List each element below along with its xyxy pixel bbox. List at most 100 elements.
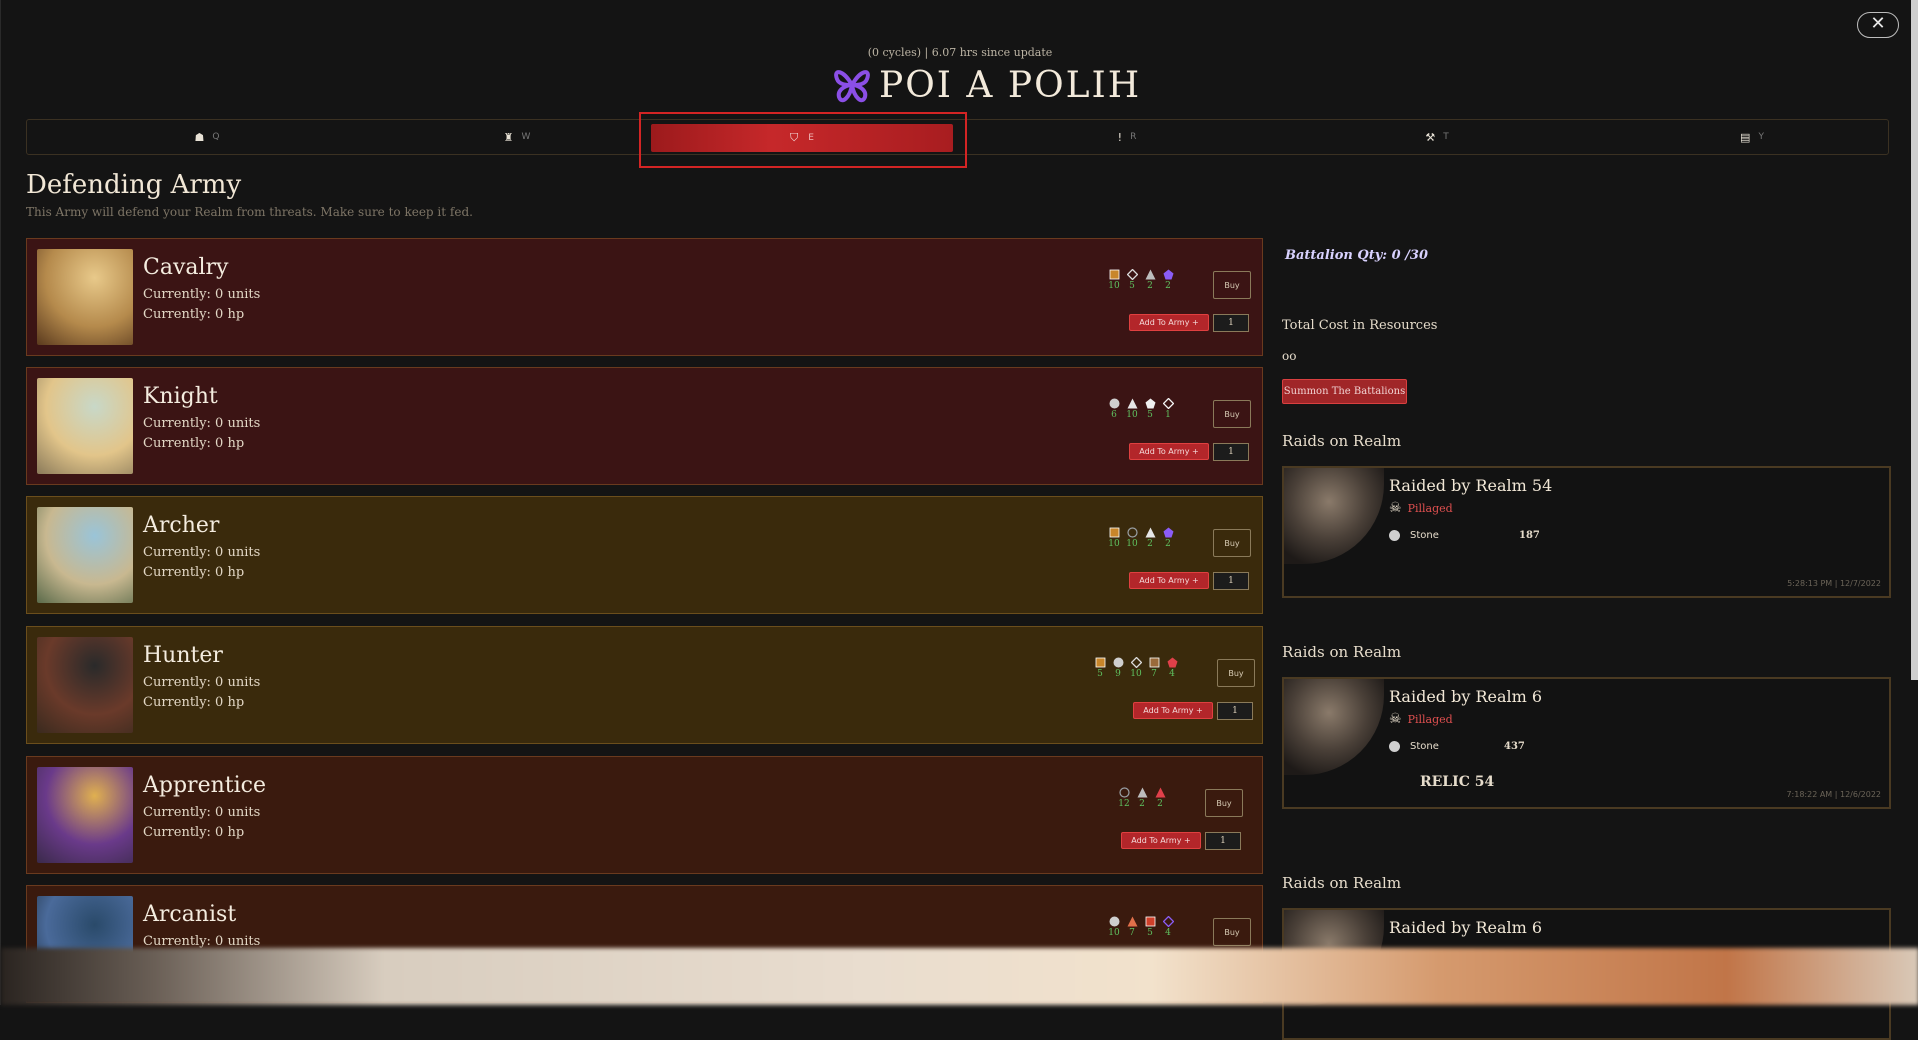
resource-icon xyxy=(1109,398,1119,409)
raid-card: Raided by Realm 54 ☠ Pillaged Stone 187 … xyxy=(1282,466,1891,598)
add-to-army-button[interactable]: Add To Army + xyxy=(1129,443,1209,460)
cost-item: 5 xyxy=(1144,398,1156,420)
resource-icon xyxy=(1163,269,1173,280)
cost-value: 5 xyxy=(1097,669,1103,679)
unit-portrait xyxy=(37,378,133,474)
unit-name: Cavalry xyxy=(143,255,229,280)
scrollbar[interactable] xyxy=(1911,0,1918,680)
resource-name: Stone xyxy=(1410,530,1439,541)
raider-portrait xyxy=(1284,679,1384,775)
unit-name: Apprentice xyxy=(143,773,266,798)
butterfly-logo-icon xyxy=(834,70,870,103)
unit-costs: 12 2 2 xyxy=(1118,787,1166,809)
cost-item: 10 xyxy=(1108,916,1120,938)
cost-value: 7 xyxy=(1151,669,1157,679)
tab-tower[interactable]: ♜ W xyxy=(457,120,577,154)
quantity-input[interactable]: 1 xyxy=(1217,702,1253,720)
buy-button[interactable]: Buy xyxy=(1213,271,1251,299)
page-description: This Army will defend your Realm from th… xyxy=(26,205,473,219)
resource-icon xyxy=(1109,527,1119,538)
quantity-input[interactable]: 1 xyxy=(1205,832,1241,850)
raid-status: ☠ Pillaged xyxy=(1389,500,1453,516)
raid-timestamp: 7:18:22 AM | 12/6/2022 xyxy=(1786,790,1881,799)
unit-name: Archer xyxy=(143,513,220,538)
resource-icon xyxy=(1149,657,1159,668)
tab-alert[interactable]: ! R xyxy=(1067,120,1187,154)
resource-icon xyxy=(1126,269,1138,280)
cost-value: 2 xyxy=(1139,799,1145,809)
cost-item: 6 xyxy=(1108,398,1120,420)
skull-crossbones-icon: ☠ xyxy=(1389,500,1402,516)
cost-item: 2 xyxy=(1144,269,1156,291)
unit-costs: 10 5 2 2 xyxy=(1108,269,1174,291)
cost-value: 9 xyxy=(1115,669,1121,679)
skull-crossbones-icon: ☠ xyxy=(1389,711,1402,727)
resource-icon xyxy=(1126,527,1138,538)
unit-count: Currently: 0 units xyxy=(143,545,261,560)
cost-value: 5 xyxy=(1147,410,1153,420)
book-icon: ▤ xyxy=(1740,130,1751,144)
unit-portrait xyxy=(37,767,133,863)
tab-army[interactable]: ⛉ E xyxy=(651,124,953,152)
unit-count: Currently: 0 units xyxy=(143,416,261,431)
raid-status-label: Pillaged xyxy=(1407,712,1453,726)
resource-icon xyxy=(1155,787,1165,798)
tab-book[interactable]: ▤ Y xyxy=(1692,120,1812,154)
quantity-input[interactable]: 1 xyxy=(1213,314,1249,332)
resource-icon xyxy=(1145,398,1155,409)
cost-value: 5 xyxy=(1147,928,1153,938)
tab-key: W xyxy=(521,132,531,142)
add-to-army-button[interactable]: Add To Army + xyxy=(1129,314,1209,331)
resource-amount: 187 xyxy=(1519,530,1540,541)
unit-hp: Currently: 0 hp xyxy=(143,695,245,710)
resource-icon xyxy=(1127,398,1137,409)
resource-icon xyxy=(1163,527,1173,538)
buy-button[interactable]: Buy xyxy=(1213,529,1251,557)
raid-resource: Stone xyxy=(1389,530,1439,541)
add-to-army-button[interactable]: Add To Army + xyxy=(1121,832,1201,849)
unit-card-apprentice: Apprentice Currently: 0 units Currently:… xyxy=(26,756,1263,874)
alert-icon: ! xyxy=(1117,130,1123,144)
cost-item: 7 xyxy=(1148,657,1160,679)
resource-icon xyxy=(1127,916,1137,927)
unit-portrait xyxy=(37,637,133,733)
buy-button[interactable]: Buy xyxy=(1205,789,1243,817)
unit-costs: 5 9 10 7 4 xyxy=(1094,657,1178,679)
summon-button[interactable]: Summon The Battalions xyxy=(1282,379,1407,404)
cost-value: 2 xyxy=(1157,799,1163,809)
cost-item: 5 xyxy=(1144,916,1156,938)
raid-title: Raided by Realm 6 xyxy=(1389,918,1543,937)
quantity-input[interactable]: 1 xyxy=(1213,443,1249,461)
unit-hp: Currently: 0 hp xyxy=(143,436,245,451)
unit-costs: 10 10 2 2 xyxy=(1108,527,1174,549)
tab-hammer[interactable]: ⚒ T xyxy=(1377,120,1497,154)
cost-item: 10 xyxy=(1126,527,1138,549)
resource-icon xyxy=(1130,657,1142,668)
raid-timestamp: 5:28:13 PM | 12/7/2022 xyxy=(1787,579,1881,588)
cost-value: 2 xyxy=(1147,539,1153,549)
cost-value: 2 xyxy=(1165,539,1171,549)
unit-portrait xyxy=(37,507,133,603)
taskbar-blur xyxy=(1,948,1918,1005)
raid-card: Raided by Realm 6 ☠ Pillaged Stone 437 7… xyxy=(1282,677,1891,809)
cost-value: 10 xyxy=(1126,410,1138,420)
resource-icon xyxy=(1109,916,1119,927)
tab-home[interactable]: ☗ Q xyxy=(147,120,267,154)
add-to-army-button[interactable]: Add To Army + xyxy=(1129,572,1209,589)
cost-item: 5 xyxy=(1126,269,1138,291)
buy-button[interactable]: Buy xyxy=(1213,400,1251,428)
raids-section-title: Raids on Realm xyxy=(1282,643,1402,661)
raid-resource: Stone xyxy=(1389,741,1439,752)
resource-icon xyxy=(1145,916,1155,927)
cost-item: 4 xyxy=(1162,916,1174,938)
close-button[interactable]: ✕ xyxy=(1857,12,1899,38)
buy-button[interactable]: Buy xyxy=(1217,659,1255,687)
cost-value: 6 xyxy=(1111,410,1117,420)
add-to-army-button[interactable]: Add To Army + xyxy=(1133,702,1213,719)
cost-value: 2 xyxy=(1147,281,1153,291)
cost-value: 5 xyxy=(1129,281,1135,291)
page-title: Defending Army xyxy=(26,170,242,200)
raider-portrait xyxy=(1284,468,1384,564)
buy-button[interactable]: Buy xyxy=(1213,918,1251,946)
quantity-input[interactable]: 1 xyxy=(1213,572,1249,590)
